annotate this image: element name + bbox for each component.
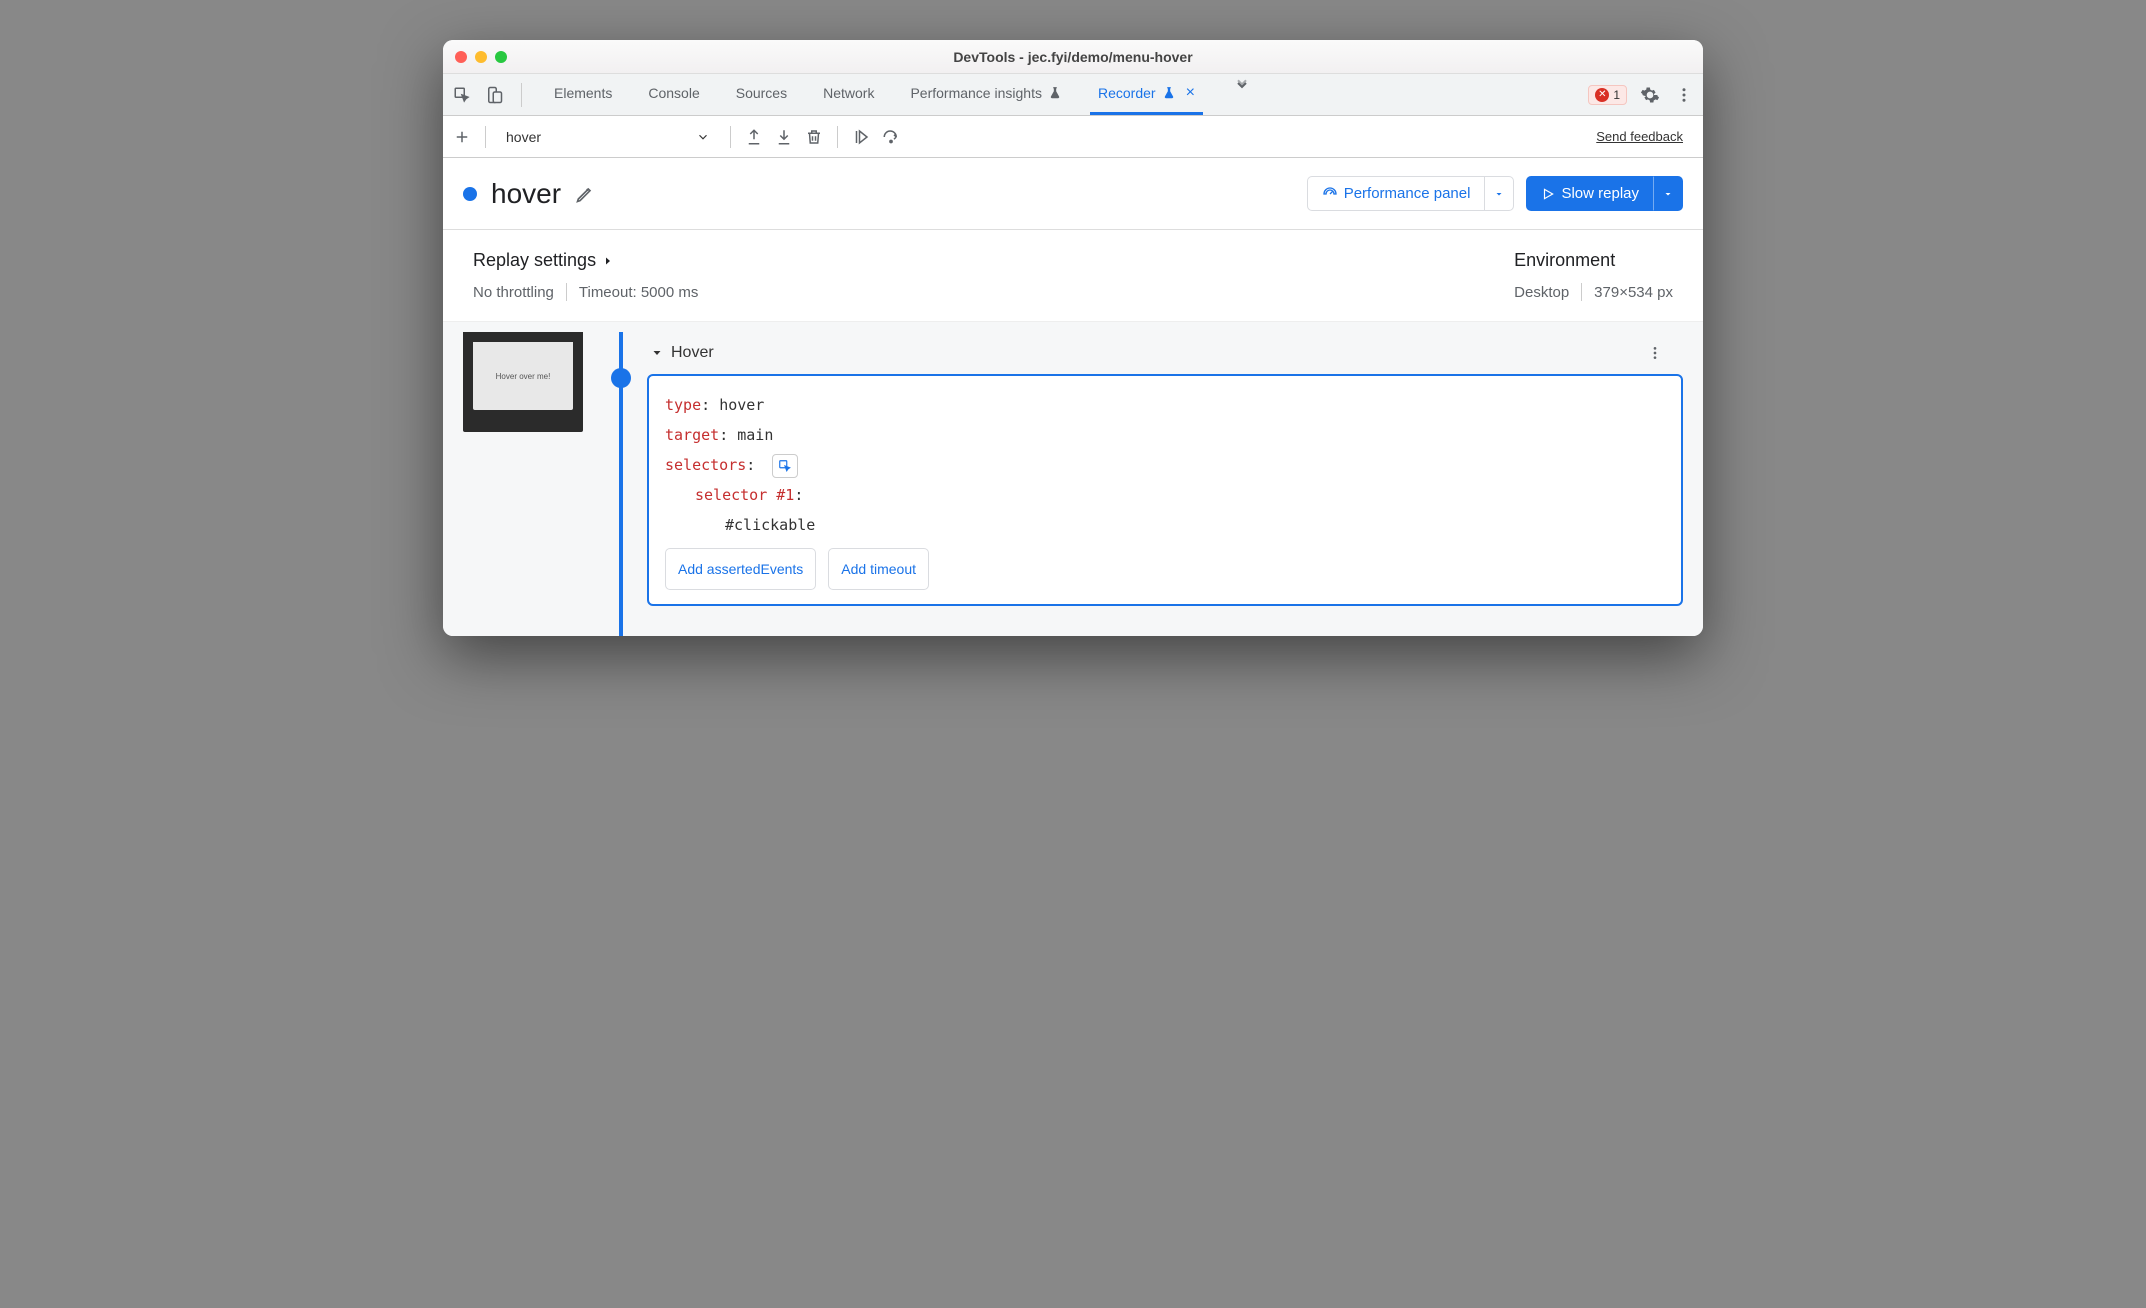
recorder-toolbar: hover Send feedback <box>443 116 1703 158</box>
settings-row: Replay settings No throttling Timeout: 5… <box>443 230 1703 322</box>
minimize-window-button[interactable] <box>475 51 487 63</box>
value-label: #clickable <box>725 516 815 534</box>
edit-title-icon[interactable] <box>575 184 595 204</box>
tab-console[interactable]: Console <box>640 74 707 115</box>
recording-select-value: hover <box>506 129 541 145</box>
timeout-value: Timeout: 5000 ms <box>579 284 699 301</box>
step-header[interactable]: Hover <box>647 332 1683 374</box>
recording-status-dot <box>463 187 477 201</box>
timeline: Hover type: hover target: main selectors… <box>607 332 1683 606</box>
maximize-window-button[interactable] <box>495 51 507 63</box>
device-value: Desktop <box>1514 284 1569 301</box>
tab-performance-insights[interactable]: Performance insights <box>902 74 1070 115</box>
chevron-right-icon <box>602 255 614 267</box>
replay-settings-toggle[interactable]: Replay settings <box>473 250 698 271</box>
devtools-window: DevTools - jec.fyi/demo/menu-hover Eleme… <box>443 40 1703 636</box>
selector-1-value-row[interactable]: #clickable <box>665 510 1665 540</box>
value-label: hover <box>719 396 764 414</box>
flask-icon <box>1162 86 1176 100</box>
recording-select[interactable]: hover <box>498 125 718 149</box>
performance-panel-dropdown[interactable] <box>1484 176 1514 211</box>
error-icon: ✕ <box>1595 88 1609 102</box>
slow-replay-button[interactable]: Slow replay <box>1526 176 1653 211</box>
flask-icon <box>1048 86 1062 100</box>
tab-label: Performance insights <box>910 85 1042 101</box>
thumbnail-content: Hover over me! <box>473 342 573 410</box>
divider <box>521 83 522 107</box>
dimensions-value: 379×534 px <box>1594 284 1673 301</box>
tab-sources[interactable]: Sources <box>728 74 795 115</box>
recording-title: hover <box>491 178 561 210</box>
divider <box>837 126 838 148</box>
more-tabs-icon[interactable] <box>1231 74 1253 96</box>
step-thumbnail[interactable]: Hover over me! <box>463 332 583 432</box>
step-target-row[interactable]: target: main <box>665 420 1665 450</box>
step-details: type: hover target: main selectors: sele… <box>647 374 1683 606</box>
selector-picker-icon[interactable] <box>772 454 798 478</box>
slow-replay-group: Slow replay <box>1526 176 1683 211</box>
performance-panel-group: Performance panel <box>1307 176 1515 211</box>
steps-area: Hover over me! Hover type: hover target:… <box>443 322 1703 636</box>
main-tabbar: Elements Console Sources Network Perform… <box>443 74 1703 116</box>
send-feedback-link[interactable]: Send feedback <box>1596 129 1695 144</box>
gauge-icon <box>1322 186 1338 202</box>
close-window-button[interactable] <box>455 51 467 63</box>
step-menu-icon[interactable] <box>1647 345 1679 361</box>
button-label: Slow replay <box>1561 185 1639 202</box>
titlebar: DevTools - jec.fyi/demo/menu-hover <box>443 40 1703 74</box>
inspect-element-icon[interactable] <box>451 84 473 106</box>
tab-network[interactable]: Network <box>815 74 882 115</box>
add-timeout-button[interactable]: Add timeout <box>828 548 929 590</box>
divider <box>1581 283 1582 301</box>
step-marker <box>611 368 631 388</box>
slow-replay-dropdown[interactable] <box>1653 176 1683 211</box>
add-asserted-events-button[interactable]: Add assertedEvents <box>665 548 816 590</box>
performance-panel-button[interactable]: Performance panel <box>1307 176 1485 211</box>
selector-1-row[interactable]: selector #1: <box>665 480 1665 510</box>
panel-tabs: Elements Console Sources Network Perform… <box>546 74 1253 115</box>
delete-icon[interactable] <box>803 126 825 148</box>
step-over-icon[interactable] <box>880 126 902 148</box>
recording-header: hover Performance panel <box>443 158 1703 230</box>
play-icon <box>1541 187 1555 201</box>
error-count: 1 <box>1613 88 1620 102</box>
step-through-icon[interactable] <box>850 126 872 148</box>
kebab-menu-icon[interactable] <box>1673 84 1695 106</box>
step-type-row[interactable]: type: hover <box>665 390 1665 420</box>
chevron-down-icon <box>651 347 663 359</box>
step-selectors-row[interactable]: selectors: <box>665 450 1665 480</box>
tab-recorder[interactable]: Recorder × <box>1090 74 1203 115</box>
error-badge[interactable]: ✕ 1 <box>1588 85 1627 105</box>
device-toolbar-icon[interactable] <box>483 84 505 106</box>
step-title: Hover <box>671 344 714 362</box>
throttling-value: No throttling <box>473 284 554 301</box>
close-tab-icon[interactable]: × <box>1186 84 1195 102</box>
key-label: type <box>665 396 701 414</box>
settings-icon[interactable] <box>1639 84 1661 106</box>
import-icon[interactable] <box>773 126 795 148</box>
divider <box>566 283 567 301</box>
key-label: selector #1 <box>695 486 794 504</box>
traffic-lights <box>455 51 507 63</box>
new-recording-icon[interactable] <box>451 126 473 148</box>
tab-label: Recorder <box>1098 85 1156 101</box>
chevron-down-icon <box>696 130 710 144</box>
divider <box>485 126 486 148</box>
tab-elements[interactable]: Elements <box>546 74 620 115</box>
key-label: selectors <box>665 456 746 474</box>
value-label: main <box>737 426 773 444</box>
export-icon[interactable] <box>743 126 765 148</box>
divider <box>730 126 731 148</box>
key-label: target <box>665 426 719 444</box>
replay-settings-label: Replay settings <box>473 250 596 271</box>
button-label: Performance panel <box>1344 185 1471 202</box>
window-title: DevTools - jec.fyi/demo/menu-hover <box>953 49 1192 65</box>
environment-label: Environment <box>1514 250 1673 271</box>
